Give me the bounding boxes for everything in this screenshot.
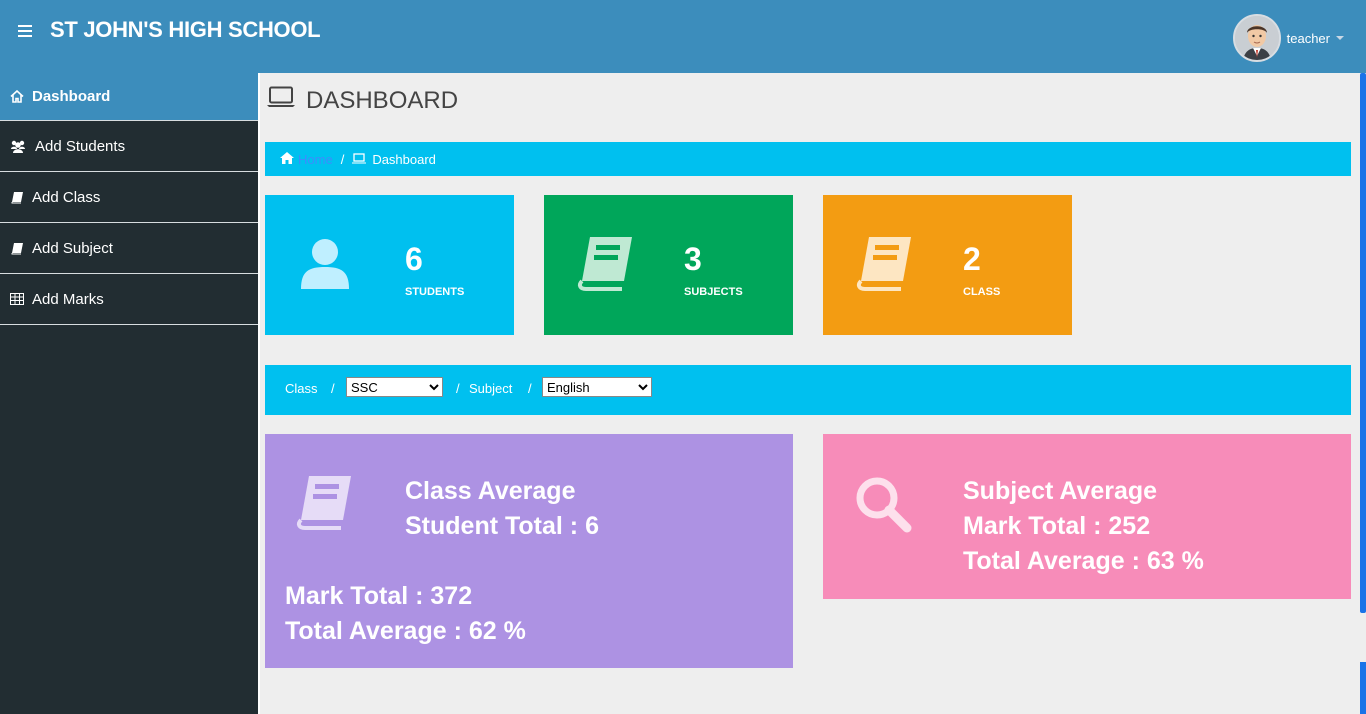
class-label: Class [285, 381, 318, 396]
class-select[interactable]: SSC [346, 377, 443, 397]
sidebar-item-label: Add Class [32, 188, 101, 206]
stat-box-subjects[interactable]: 3 SUBJECTS [544, 195, 793, 335]
book-icon [576, 235, 636, 296]
scrollbar-thumb[interactable] [1360, 73, 1366, 613]
breadcrumb: Home / Dashboard [265, 142, 1351, 176]
search-icon [855, 476, 913, 539]
user-menu[interactable]: teacher [1232, 14, 1344, 62]
users-icon [10, 139, 26, 153]
app-title[interactable]: ST JOHN'S HIGH SCHOOL [50, 17, 321, 43]
home-icon[interactable] [280, 151, 294, 167]
class-total-average: Total Average : 62 % [285, 617, 526, 645]
book-icon [295, 474, 355, 535]
student-total: Student Total : 6 [405, 512, 599, 540]
sidebar-divider [258, 73, 260, 714]
stat-value: 2 [963, 241, 981, 277]
filter-separator: / [331, 381, 335, 396]
sidebar-item-add-class[interactable]: Add Class [0, 172, 258, 223]
scrollbar-thumb-lower[interactable] [1360, 662, 1366, 714]
stat-box-students[interactable]: 6 STUDENTS [265, 195, 514, 335]
user-name[interactable]: teacher [1287, 31, 1330, 46]
subject-label: Subject [469, 381, 513, 396]
sidebar-item-label: Add Students [35, 137, 126, 155]
class-mark-total: Mark Total : 372 [285, 582, 473, 610]
avatar[interactable] [1232, 14, 1281, 62]
stat-value: 6 [405, 241, 423, 277]
chevron-down-icon[interactable] [1336, 36, 1344, 40]
home-icon [10, 90, 24, 104]
laptop-icon [352, 152, 367, 167]
laptop-icon [266, 86, 296, 115]
subject-select[interactable]: English [542, 377, 652, 397]
page-title-text: DASHBOARD [306, 86, 459, 114]
book-icon [10, 241, 24, 255]
sidebar-item-add-students[interactable]: Add Students [0, 121, 258, 172]
subject-average-card: Subject Average Mark Total : 252 Total A… [823, 434, 1351, 599]
book-icon [855, 235, 915, 296]
breadcrumb-home-link[interactable]: Home [298, 152, 333, 167]
subject-mark-total: Mark Total : 252 [963, 512, 1151, 540]
sidebar-item-label: Dashboard [32, 88, 111, 105]
class-average-card: Class Average Student Total : 6 Mark Tot… [265, 434, 793, 668]
stat-box-class[interactable]: 2 CLASS [823, 195, 1072, 335]
table-icon [10, 292, 24, 306]
stat-label: SUBJECTS [684, 286, 743, 298]
sidebar-item-label: Add Subject [32, 239, 113, 257]
filter-separator: / [528, 381, 532, 396]
class-average-title: Class Average [405, 477, 576, 505]
filter-bar: Class / SSC / Subject / English [265, 365, 1351, 415]
sidebar-item-label: Add Marks [32, 290, 104, 308]
page-title: DASHBOARD [266, 86, 458, 115]
subject-total-average: Total Average : 63 % [963, 547, 1204, 575]
book-icon [10, 190, 24, 204]
top-header: ST JOHN'S HIGH SCHOOL teacher [0, 0, 1366, 73]
sidebar-item-add-marks[interactable]: Add Marks [0, 274, 258, 325]
stat-label: CLASS [963, 286, 1001, 298]
subject-average-title: Subject Average [963, 477, 1158, 505]
breadcrumb-separator: / [340, 151, 345, 167]
sidebar: Dashboard Add Students Add Class Add Sub… [0, 73, 258, 714]
stat-label: STUDENTS [405, 286, 465, 298]
sidebar-item-dashboard[interactable]: Dashboard [0, 73, 258, 121]
user-icon [297, 235, 353, 296]
sidebar-item-add-subject[interactable]: Add Subject [0, 223, 258, 274]
stat-value: 3 [684, 241, 702, 277]
menu-toggle-icon[interactable] [18, 25, 32, 37]
breadcrumb-current: Dashboard [372, 151, 436, 167]
filter-separator: / [456, 381, 460, 396]
